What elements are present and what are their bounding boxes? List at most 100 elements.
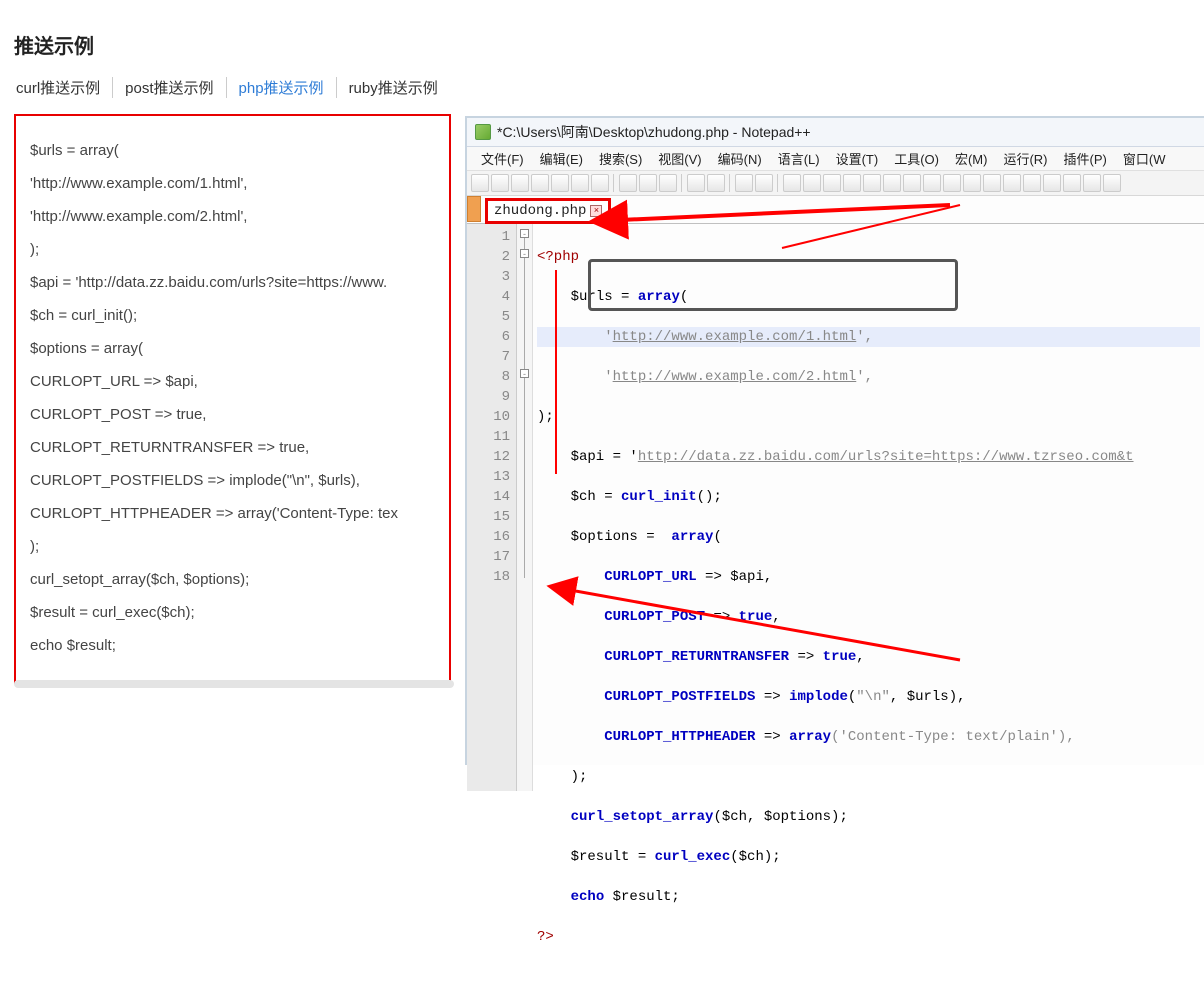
line-number: 2 bbox=[467, 247, 510, 267]
tab-ruby[interactable]: ruby推送示例 bbox=[337, 77, 450, 98]
separator-icon bbox=[681, 174, 683, 192]
code-line: echo $result; bbox=[30, 629, 435, 662]
menu-edit[interactable]: 编辑(E) bbox=[532, 148, 591, 169]
separator-icon bbox=[729, 174, 731, 192]
line-number: 1 bbox=[467, 227, 510, 247]
code-line: $result = curl_exec($ch); bbox=[537, 847, 1200, 867]
sync-v-icon[interactable] bbox=[823, 174, 841, 192]
code-line: ); bbox=[30, 530, 435, 563]
menu-plugins[interactable]: 插件(P) bbox=[1056, 148, 1115, 169]
sync-h-icon[interactable] bbox=[843, 174, 861, 192]
line-number: 7 bbox=[467, 347, 510, 367]
save-macro-icon[interactable] bbox=[1103, 174, 1121, 192]
menu-language[interactable]: 语言(L) bbox=[770, 148, 828, 169]
line-number: 17 bbox=[467, 547, 510, 567]
code-line: $ch = curl_init(); bbox=[30, 299, 435, 332]
zoom-in-icon[interactable] bbox=[783, 174, 801, 192]
record-icon[interactable] bbox=[1023, 174, 1041, 192]
document-tab[interactable]: zhudong.php × bbox=[485, 198, 611, 224]
editor-area[interactable]: 1 2 3 4 5 6 7 8 9 10 11 12 13 14 15 16 1… bbox=[467, 224, 1204, 791]
page-title: 推送示例 bbox=[14, 30, 451, 59]
menu-encoding[interactable]: 编码(N) bbox=[710, 148, 770, 169]
menu-file[interactable]: 文件(F) bbox=[473, 148, 532, 169]
menu-search[interactable]: 搜索(S) bbox=[591, 148, 650, 169]
new-file-icon[interactable] bbox=[471, 174, 489, 192]
code-line: curl_setopt_array($ch, $options); bbox=[537, 807, 1200, 827]
line-number: 10 bbox=[467, 407, 510, 427]
line-number: 6 bbox=[467, 327, 510, 347]
menu-tools[interactable]: 工具(O) bbox=[886, 148, 947, 169]
document-tab-label: zhudong.php bbox=[494, 203, 586, 219]
line-number: 16 bbox=[467, 527, 510, 547]
print-icon[interactable] bbox=[591, 174, 609, 192]
code-text[interactable]: <?php $urls = array( 'http://www.example… bbox=[533, 224, 1204, 791]
find-icon[interactable] bbox=[735, 174, 753, 192]
tab-curl[interactable]: curl推送示例 bbox=[16, 77, 113, 98]
line-number: 18 bbox=[467, 567, 510, 587]
close-all-icon[interactable] bbox=[571, 174, 589, 192]
func-list-icon[interactable] bbox=[963, 174, 981, 192]
fold-minus-icon[interactable]: - bbox=[520, 369, 529, 378]
line-number-gutter: 1 2 3 4 5 6 7 8 9 10 11 12 13 14 15 16 1… bbox=[467, 224, 517, 791]
fold-minus-icon[interactable]: - bbox=[520, 229, 529, 238]
horizontal-scrollbar[interactable] bbox=[14, 680, 454, 688]
fold-column[interactable]: - - - bbox=[517, 224, 533, 791]
php-example-code: $urls = array( 'http://www.example.com/1… bbox=[14, 114, 451, 684]
zoom-out-icon[interactable] bbox=[803, 174, 821, 192]
code-line: 'http://www.example.com/2.html', bbox=[537, 367, 1200, 387]
fold-minus-icon[interactable]: - bbox=[520, 249, 529, 258]
wrap-icon[interactable] bbox=[863, 174, 881, 192]
line-number: 5 bbox=[467, 307, 510, 327]
tab-php[interactable]: php推送示例 bbox=[227, 77, 337, 98]
menu-settings[interactable]: 设置(T) bbox=[828, 148, 887, 169]
replace-icon[interactable] bbox=[755, 174, 773, 192]
line-number: 12 bbox=[467, 447, 510, 467]
play-icon[interactable] bbox=[1063, 174, 1081, 192]
menu-window[interactable]: 窗口(W bbox=[1115, 148, 1174, 169]
code-line: $ch = curl_init(); bbox=[537, 487, 1200, 507]
copy-icon[interactable] bbox=[639, 174, 657, 192]
document-tab-row: zhudong.php × bbox=[467, 196, 1204, 224]
undo-icon[interactable] bbox=[687, 174, 705, 192]
code-line: <?php bbox=[537, 247, 1200, 267]
udl-icon[interactable] bbox=[923, 174, 941, 192]
notepadpp-window: *C:\Users\阿南\Desktop\zhudong.php - Notep… bbox=[465, 116, 1204, 765]
save-all-icon[interactable] bbox=[531, 174, 549, 192]
open-file-icon[interactable] bbox=[491, 174, 509, 192]
menu-macro[interactable]: 宏(M) bbox=[947, 148, 996, 169]
redo-icon[interactable] bbox=[707, 174, 725, 192]
line-number: 4 bbox=[467, 287, 510, 307]
window-title: *C:\Users\阿南\Desktop\zhudong.php - Notep… bbox=[497, 122, 811, 142]
code-line: CURLOPT_URL => $api, bbox=[30, 365, 435, 398]
close-icon[interactable] bbox=[551, 174, 569, 192]
example-tabs: curl推送示例 post推送示例 php推送示例 ruby推送示例 bbox=[14, 77, 451, 98]
code-line: $urls = array( bbox=[30, 134, 435, 167]
code-line: curl_setopt_array($ch, $options); bbox=[30, 563, 435, 596]
menu-bar: 文件(F) 编辑(E) 搜索(S) 视图(V) 编码(N) 语言(L) 设置(T… bbox=[467, 147, 1204, 171]
monitor-icon[interactable] bbox=[1003, 174, 1021, 192]
code-line: echo $result; bbox=[537, 887, 1200, 907]
paste-icon[interactable] bbox=[659, 174, 677, 192]
stop-icon[interactable] bbox=[1043, 174, 1061, 192]
tab-post[interactable]: post推送示例 bbox=[113, 77, 226, 98]
menu-view[interactable]: 视图(V) bbox=[650, 148, 709, 169]
code-line: CURLOPT_URL => $api, bbox=[537, 567, 1200, 587]
code-line: CURLOPT_POST => true, bbox=[30, 398, 435, 431]
close-tab-icon[interactable]: × bbox=[590, 205, 602, 217]
save-icon[interactable] bbox=[511, 174, 529, 192]
indent-guide-icon[interactable] bbox=[903, 174, 921, 192]
line-number: 13 bbox=[467, 467, 510, 487]
app-icon bbox=[475, 124, 491, 140]
code-line: $options = array( bbox=[30, 332, 435, 365]
folder-icon[interactable] bbox=[983, 174, 1001, 192]
window-titlebar[interactable]: *C:\Users\阿南\Desktop\zhudong.php - Notep… bbox=[467, 118, 1204, 147]
play-multi-icon[interactable] bbox=[1083, 174, 1101, 192]
code-line: $options = array( bbox=[537, 527, 1200, 547]
code-line: ?> bbox=[537, 927, 1200, 947]
doc-map-icon[interactable] bbox=[943, 174, 961, 192]
code-line: ); bbox=[537, 407, 1200, 427]
menu-run[interactable]: 运行(R) bbox=[995, 148, 1055, 169]
code-line: 'http://www.example.com/1.html', bbox=[537, 327, 1200, 347]
all-chars-icon[interactable] bbox=[883, 174, 901, 192]
cut-icon[interactable] bbox=[619, 174, 637, 192]
